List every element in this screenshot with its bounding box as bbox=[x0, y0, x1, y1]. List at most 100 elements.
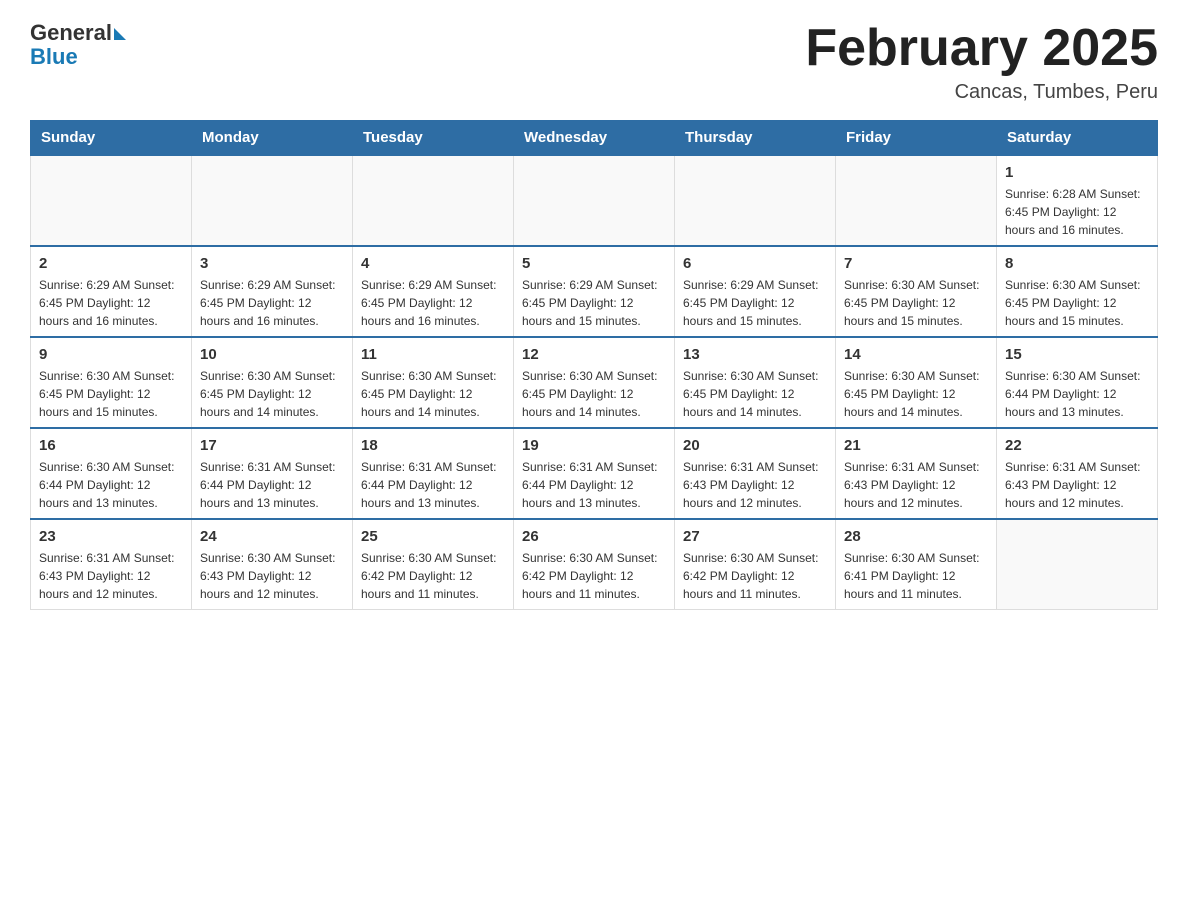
day-info-text: Sunrise: 6:30 AM Sunset: 6:45 PM Dayligh… bbox=[683, 367, 827, 421]
calendar-cell bbox=[997, 519, 1158, 610]
day-header-sunday: Sunday bbox=[31, 121, 192, 156]
title-block: February 2025 Cancas, Tumbes, Peru bbox=[805, 20, 1158, 104]
day-info-text: Sunrise: 6:31 AM Sunset: 6:43 PM Dayligh… bbox=[1005, 458, 1149, 512]
day-number: 23 bbox=[39, 526, 183, 547]
day-number: 19 bbox=[522, 435, 666, 456]
calendar-cell: 22Sunrise: 6:31 AM Sunset: 6:43 PM Dayli… bbox=[997, 428, 1158, 519]
day-info-text: Sunrise: 6:31 AM Sunset: 6:43 PM Dayligh… bbox=[844, 458, 988, 512]
day-info-text: Sunrise: 6:30 AM Sunset: 6:44 PM Dayligh… bbox=[1005, 367, 1149, 421]
day-info-text: Sunrise: 6:30 AM Sunset: 6:45 PM Dayligh… bbox=[361, 367, 505, 421]
day-number: 24 bbox=[200, 526, 344, 547]
day-header-wednesday: Wednesday bbox=[514, 121, 675, 156]
calendar-cell: 1Sunrise: 6:28 AM Sunset: 6:45 PM Daylig… bbox=[997, 155, 1158, 246]
calendar-cell: 9Sunrise: 6:30 AM Sunset: 6:45 PM Daylig… bbox=[31, 337, 192, 428]
day-number: 17 bbox=[200, 435, 344, 456]
day-info-text: Sunrise: 6:31 AM Sunset: 6:44 PM Dayligh… bbox=[361, 458, 505, 512]
day-info-text: Sunrise: 6:30 AM Sunset: 6:45 PM Dayligh… bbox=[200, 367, 344, 421]
day-number: 22 bbox=[1005, 435, 1149, 456]
logo: General Blue bbox=[30, 20, 126, 70]
calendar-cell: 19Sunrise: 6:31 AM Sunset: 6:44 PM Dayli… bbox=[514, 428, 675, 519]
calendar-cell: 2Sunrise: 6:29 AM Sunset: 6:45 PM Daylig… bbox=[31, 246, 192, 337]
calendar-cell: 27Sunrise: 6:30 AM Sunset: 6:42 PM Dayli… bbox=[675, 519, 836, 610]
day-number: 13 bbox=[683, 344, 827, 365]
calendar-week-row: 2Sunrise: 6:29 AM Sunset: 6:45 PM Daylig… bbox=[31, 246, 1158, 337]
day-number: 18 bbox=[361, 435, 505, 456]
day-info-text: Sunrise: 6:30 AM Sunset: 6:42 PM Dayligh… bbox=[522, 549, 666, 603]
day-number: 16 bbox=[39, 435, 183, 456]
day-info-text: Sunrise: 6:30 AM Sunset: 6:45 PM Dayligh… bbox=[844, 276, 988, 330]
calendar-cell: 14Sunrise: 6:30 AM Sunset: 6:45 PM Dayli… bbox=[836, 337, 997, 428]
calendar-cell: 3Sunrise: 6:29 AM Sunset: 6:45 PM Daylig… bbox=[192, 246, 353, 337]
calendar-cell: 5Sunrise: 6:29 AM Sunset: 6:45 PM Daylig… bbox=[514, 246, 675, 337]
day-info-text: Sunrise: 6:30 AM Sunset: 6:42 PM Dayligh… bbox=[361, 549, 505, 603]
day-number: 26 bbox=[522, 526, 666, 547]
calendar-cell: 20Sunrise: 6:31 AM Sunset: 6:43 PM Dayli… bbox=[675, 428, 836, 519]
calendar-cell: 21Sunrise: 6:31 AM Sunset: 6:43 PM Dayli… bbox=[836, 428, 997, 519]
calendar-cell: 4Sunrise: 6:29 AM Sunset: 6:45 PM Daylig… bbox=[353, 246, 514, 337]
calendar-cell bbox=[514, 155, 675, 246]
calendar-cell bbox=[675, 155, 836, 246]
day-info-text: Sunrise: 6:29 AM Sunset: 6:45 PM Dayligh… bbox=[200, 276, 344, 330]
calendar-cell: 28Sunrise: 6:30 AM Sunset: 6:41 PM Dayli… bbox=[836, 519, 997, 610]
day-number: 11 bbox=[361, 344, 505, 365]
calendar-cell: 26Sunrise: 6:30 AM Sunset: 6:42 PM Dayli… bbox=[514, 519, 675, 610]
day-info-text: Sunrise: 6:30 AM Sunset: 6:45 PM Dayligh… bbox=[39, 367, 183, 421]
day-info-text: Sunrise: 6:30 AM Sunset: 6:43 PM Dayligh… bbox=[200, 549, 344, 603]
day-number: 10 bbox=[200, 344, 344, 365]
day-number: 9 bbox=[39, 344, 183, 365]
day-header-tuesday: Tuesday bbox=[353, 121, 514, 156]
day-number: 28 bbox=[844, 526, 988, 547]
day-number: 5 bbox=[522, 253, 666, 274]
day-info-text: Sunrise: 6:30 AM Sunset: 6:42 PM Dayligh… bbox=[683, 549, 827, 603]
day-info-text: Sunrise: 6:31 AM Sunset: 6:43 PM Dayligh… bbox=[683, 458, 827, 512]
calendar-cell: 10Sunrise: 6:30 AM Sunset: 6:45 PM Dayli… bbox=[192, 337, 353, 428]
day-number: 15 bbox=[1005, 344, 1149, 365]
calendar-cell: 8Sunrise: 6:30 AM Sunset: 6:45 PM Daylig… bbox=[997, 246, 1158, 337]
calendar-cell: 6Sunrise: 6:29 AM Sunset: 6:45 PM Daylig… bbox=[675, 246, 836, 337]
day-number: 21 bbox=[844, 435, 988, 456]
calendar-cell bbox=[31, 155, 192, 246]
day-number: 6 bbox=[683, 253, 827, 274]
location-subtitle: Cancas, Tumbes, Peru bbox=[805, 81, 1158, 104]
day-number: 14 bbox=[844, 344, 988, 365]
day-info-text: Sunrise: 6:30 AM Sunset: 6:45 PM Dayligh… bbox=[522, 367, 666, 421]
logo-arrow-icon bbox=[114, 28, 126, 40]
day-info-text: Sunrise: 6:29 AM Sunset: 6:45 PM Dayligh… bbox=[683, 276, 827, 330]
day-info-text: Sunrise: 6:29 AM Sunset: 6:45 PM Dayligh… bbox=[39, 276, 183, 330]
day-header-friday: Friday bbox=[836, 121, 997, 156]
day-number: 25 bbox=[361, 526, 505, 547]
day-info-text: Sunrise: 6:28 AM Sunset: 6:45 PM Dayligh… bbox=[1005, 185, 1149, 239]
calendar-cell bbox=[836, 155, 997, 246]
calendar-cell: 17Sunrise: 6:31 AM Sunset: 6:44 PM Dayli… bbox=[192, 428, 353, 519]
calendar-week-row: 16Sunrise: 6:30 AM Sunset: 6:44 PM Dayli… bbox=[31, 428, 1158, 519]
day-info-text: Sunrise: 6:30 AM Sunset: 6:45 PM Dayligh… bbox=[1005, 276, 1149, 330]
calendar-cell: 7Sunrise: 6:30 AM Sunset: 6:45 PM Daylig… bbox=[836, 246, 997, 337]
day-number: 20 bbox=[683, 435, 827, 456]
calendar-cell: 15Sunrise: 6:30 AM Sunset: 6:44 PM Dayli… bbox=[997, 337, 1158, 428]
day-info-text: Sunrise: 6:29 AM Sunset: 6:45 PM Dayligh… bbox=[522, 276, 666, 330]
calendar-week-row: 23Sunrise: 6:31 AM Sunset: 6:43 PM Dayli… bbox=[31, 519, 1158, 610]
day-number: 12 bbox=[522, 344, 666, 365]
day-number: 3 bbox=[200, 253, 344, 274]
calendar-week-row: 1Sunrise: 6:28 AM Sunset: 6:45 PM Daylig… bbox=[31, 155, 1158, 246]
calendar-cell bbox=[192, 155, 353, 246]
calendar-cell: 16Sunrise: 6:30 AM Sunset: 6:44 PM Dayli… bbox=[31, 428, 192, 519]
calendar-cell: 18Sunrise: 6:31 AM Sunset: 6:44 PM Dayli… bbox=[353, 428, 514, 519]
day-info-text: Sunrise: 6:30 AM Sunset: 6:45 PM Dayligh… bbox=[844, 367, 988, 421]
page-header: General Blue February 2025 Cancas, Tumbe… bbox=[30, 20, 1158, 104]
day-number: 27 bbox=[683, 526, 827, 547]
calendar-cell bbox=[353, 155, 514, 246]
day-info-text: Sunrise: 6:29 AM Sunset: 6:45 PM Dayligh… bbox=[361, 276, 505, 330]
day-header-saturday: Saturday bbox=[997, 121, 1158, 156]
calendar-cell: 23Sunrise: 6:31 AM Sunset: 6:43 PM Dayli… bbox=[31, 519, 192, 610]
day-info-text: Sunrise: 6:30 AM Sunset: 6:44 PM Dayligh… bbox=[39, 458, 183, 512]
day-info-text: Sunrise: 6:31 AM Sunset: 6:43 PM Dayligh… bbox=[39, 549, 183, 603]
day-number: 4 bbox=[361, 253, 505, 274]
day-number: 1 bbox=[1005, 162, 1149, 183]
month-title: February 2025 bbox=[805, 20, 1158, 77]
calendar-cell: 13Sunrise: 6:30 AM Sunset: 6:45 PM Dayli… bbox=[675, 337, 836, 428]
calendar-week-row: 9Sunrise: 6:30 AM Sunset: 6:45 PM Daylig… bbox=[31, 337, 1158, 428]
calendar-cell: 11Sunrise: 6:30 AM Sunset: 6:45 PM Dayli… bbox=[353, 337, 514, 428]
day-info-text: Sunrise: 6:30 AM Sunset: 6:41 PM Dayligh… bbox=[844, 549, 988, 603]
logo-general-text: General bbox=[30, 20, 112, 46]
